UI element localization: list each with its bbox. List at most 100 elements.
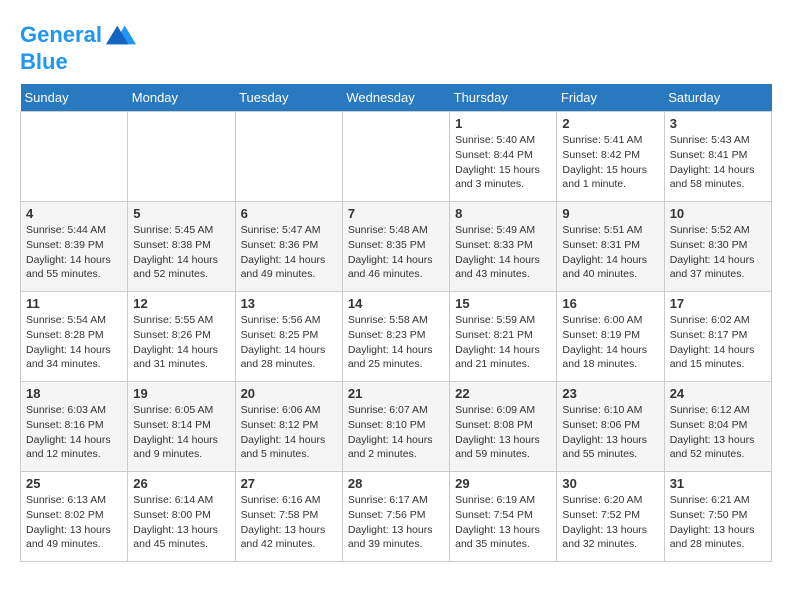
day-number: 2 — [562, 116, 658, 131]
day-info: Sunrise: 5:44 AM Sunset: 8:39 PM Dayligh… — [26, 223, 122, 282]
day-cell: 18Sunrise: 6:03 AM Sunset: 8:16 PM Dayli… — [21, 382, 128, 472]
day-number: 27 — [241, 476, 337, 491]
day-cell: 15Sunrise: 5:59 AM Sunset: 8:21 PM Dayli… — [450, 292, 557, 382]
day-number: 9 — [562, 206, 658, 221]
page-header: General Blue — [20, 20, 772, 74]
day-cell: 3Sunrise: 5:43 AM Sunset: 8:41 PM Daylig… — [664, 112, 771, 202]
day-number: 10 — [670, 206, 766, 221]
day-number: 24 — [670, 386, 766, 401]
day-cell: 1 Sunrise: 5:40 AM Sunset: 8:44 PM Daylig… — [450, 112, 557, 202]
day-cell: 13 Sunrise: 5:56 AM Sunset: 8:25 PM Dayli… — [235, 292, 342, 382]
day-number: 11 — [26, 296, 122, 311]
day-info: Sunrise: 5:55 AM Sunset: 8:26 PM Dayligh… — [133, 313, 229, 372]
day-number: 15 — [455, 296, 551, 311]
logo-text: General — [20, 23, 102, 47]
day-number: 7 — [348, 206, 444, 221]
day-number: 17 — [670, 296, 766, 311]
day-cell: 12 Sunrise: 5:55 AM Sunset: 8:26 PM Dayli… — [128, 292, 235, 382]
day-cell: 27 Sunrise: 6:16 AM Sunset: 7:58 PM Dayli… — [235, 472, 342, 562]
logo: General Blue — [20, 20, 136, 74]
day-cell: 19Sunrise: 6:05 AM Sunset: 8:14 PM Dayli… — [128, 382, 235, 472]
day-info: Sunrise: 5:52 AM Sunset: 8:30 PM Dayligh… — [670, 223, 766, 282]
weekday-header-friday: Friday — [557, 84, 664, 112]
day-info: Sunrise: 5:58 AM Sunset: 8:23 PM Dayligh… — [348, 313, 444, 372]
day-info: Sunrise: 6:05 AM Sunset: 8:14 PM Dayligh… — [133, 403, 229, 462]
weekday-header-saturday: Saturday — [664, 84, 771, 112]
day-number: 29 — [455, 476, 551, 491]
logo-icon — [106, 20, 136, 50]
day-cell: 28 Sunrise: 6:17 AM Sunset: 7:56 PM Dayli… — [342, 472, 449, 562]
day-info: Sunrise: 6:09 AM Sunset: 8:08 PM Dayligh… — [455, 403, 551, 462]
day-info: Sunrise: 5:48 AM Sunset: 8:35 PM Dayligh… — [348, 223, 444, 282]
day-number: 8 — [455, 206, 551, 221]
day-number: 13 — [241, 296, 337, 311]
day-cell: 11 Sunrise: 5:54 AM Sunset: 8:28 PM Dayli… — [21, 292, 128, 382]
day-info: Sunrise: 5:49 AM Sunset: 8:33 PM Dayligh… — [455, 223, 551, 282]
day-info: Sunrise: 6:13 AM Sunset: 8:02 PM Dayligh… — [26, 493, 122, 552]
day-number: 30 — [562, 476, 658, 491]
day-cell — [128, 112, 235, 202]
day-cell — [235, 112, 342, 202]
day-number: 12 — [133, 296, 229, 311]
day-info: Sunrise: 6:19 AM Sunset: 7:54 PM Dayligh… — [455, 493, 551, 552]
day-cell: 16Sunrise: 6:00 AM Sunset: 8:19 PM Dayli… — [557, 292, 664, 382]
day-info: Sunrise: 5:51 AM Sunset: 8:31 PM Dayligh… — [562, 223, 658, 282]
day-cell: 17 Sunrise: 6:02 AM Sunset: 8:17 PM Dayli… — [664, 292, 771, 382]
day-cell: 29 Sunrise: 6:19 AM Sunset: 7:54 PM Dayli… — [450, 472, 557, 562]
day-cell: 10 Sunrise: 5:52 AM Sunset: 8:30 PM Dayli… — [664, 202, 771, 292]
day-cell: 2 Sunrise: 5:41 AM Sunset: 8:42 PM Daylig… — [557, 112, 664, 202]
week-row-4: 18Sunrise: 6:03 AM Sunset: 8:16 PM Dayli… — [21, 382, 772, 472]
day-cell: 30 Sunrise: 6:20 AM Sunset: 7:52 PM Dayli… — [557, 472, 664, 562]
day-number: 3 — [670, 116, 766, 131]
day-info: Sunrise: 6:06 AM Sunset: 8:12 PM Dayligh… — [241, 403, 337, 462]
week-row-1: 1 Sunrise: 5:40 AM Sunset: 8:44 PM Daylig… — [21, 112, 772, 202]
day-cell: 24 Sunrise: 6:12 AM Sunset: 8:04 PM Dayli… — [664, 382, 771, 472]
day-cell: 4Sunrise: 5:44 AM Sunset: 8:39 PM Daylig… — [21, 202, 128, 292]
day-number: 21 — [348, 386, 444, 401]
weekday-header-monday: Monday — [128, 84, 235, 112]
day-info: Sunrise: 5:54 AM Sunset: 8:28 PM Dayligh… — [26, 313, 122, 372]
day-cell: 8 Sunrise: 5:49 AM Sunset: 8:33 PM Daylig… — [450, 202, 557, 292]
day-info: Sunrise: 6:20 AM Sunset: 7:52 PM Dayligh… — [562, 493, 658, 552]
day-number: 20 — [241, 386, 337, 401]
day-number: 22 — [455, 386, 551, 401]
day-cell: 5Sunrise: 5:45 AM Sunset: 8:38 PM Daylig… — [128, 202, 235, 292]
day-info: Sunrise: 5:47 AM Sunset: 8:36 PM Dayligh… — [241, 223, 337, 282]
weekday-header-wednesday: Wednesday — [342, 84, 449, 112]
day-cell: 31Sunrise: 6:21 AM Sunset: 7:50 PM Dayli… — [664, 472, 771, 562]
day-info: Sunrise: 5:41 AM Sunset: 8:42 PM Dayligh… — [562, 133, 658, 192]
calendar-table: SundayMondayTuesdayWednesdayThursdayFrid… — [20, 84, 772, 562]
week-row-3: 11 Sunrise: 5:54 AM Sunset: 8:28 PM Dayli… — [21, 292, 772, 382]
day-cell: 14Sunrise: 5:58 AM Sunset: 8:23 PM Dayli… — [342, 292, 449, 382]
day-number: 1 — [455, 116, 551, 131]
weekday-header-thursday: Thursday — [450, 84, 557, 112]
day-cell — [21, 112, 128, 202]
day-info: Sunrise: 6:07 AM Sunset: 8:10 PM Dayligh… — [348, 403, 444, 462]
day-info: Sunrise: 6:14 AM Sunset: 8:00 PM Dayligh… — [133, 493, 229, 552]
weekday-header-row: SundayMondayTuesdayWednesdayThursdayFrid… — [21, 84, 772, 112]
day-cell: 6 Sunrise: 5:47 AM Sunset: 8:36 PM Daylig… — [235, 202, 342, 292]
day-number: 28 — [348, 476, 444, 491]
week-row-2: 4Sunrise: 5:44 AM Sunset: 8:39 PM Daylig… — [21, 202, 772, 292]
day-info: Sunrise: 6:21 AM Sunset: 7:50 PM Dayligh… — [670, 493, 766, 552]
day-info: Sunrise: 5:40 AM Sunset: 8:44 PM Dayligh… — [455, 133, 551, 192]
day-number: 6 — [241, 206, 337, 221]
day-info: Sunrise: 6:17 AM Sunset: 7:56 PM Dayligh… — [348, 493, 444, 552]
day-cell: 22 Sunrise: 6:09 AM Sunset: 8:08 PM Dayli… — [450, 382, 557, 472]
day-number: 25 — [26, 476, 122, 491]
day-cell: 7 Sunrise: 5:48 AM Sunset: 8:35 PM Daylig… — [342, 202, 449, 292]
day-info: Sunrise: 5:56 AM Sunset: 8:25 PM Dayligh… — [241, 313, 337, 372]
day-info: Sunrise: 5:45 AM Sunset: 8:38 PM Dayligh… — [133, 223, 229, 282]
day-info: Sunrise: 6:02 AM Sunset: 8:17 PM Dayligh… — [670, 313, 766, 372]
day-cell — [342, 112, 449, 202]
day-number: 26 — [133, 476, 229, 491]
day-info: Sunrise: 6:12 AM Sunset: 8:04 PM Dayligh… — [670, 403, 766, 462]
week-row-5: 25 Sunrise: 6:13 AM Sunset: 8:02 PM Dayli… — [21, 472, 772, 562]
day-cell: 23Sunrise: 6:10 AM Sunset: 8:06 PM Dayli… — [557, 382, 664, 472]
logo-text-blue: Blue — [20, 50, 136, 74]
weekday-header-sunday: Sunday — [21, 84, 128, 112]
weekday-header-tuesday: Tuesday — [235, 84, 342, 112]
day-cell: 21 Sunrise: 6:07 AM Sunset: 8:10 PM Dayli… — [342, 382, 449, 472]
day-info: Sunrise: 6:16 AM Sunset: 7:58 PM Dayligh… — [241, 493, 337, 552]
day-info: Sunrise: 6:00 AM Sunset: 8:19 PM Dayligh… — [562, 313, 658, 372]
